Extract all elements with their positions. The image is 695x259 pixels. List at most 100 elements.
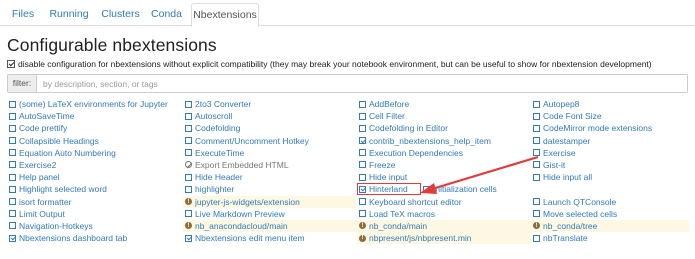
nbextension-label: Cell Filter: [369, 111, 405, 122]
nbextension-item[interactable]: Limit Output: [7, 208, 183, 220]
warning-icon: [533, 220, 540, 232]
filter-label: filter:: [8, 75, 37, 92]
nbextension-label: AddBefore: [369, 99, 410, 109]
nbextension-item[interactable]: jupyter-js-widgets/extension: [183, 195, 357, 208]
tab-clusters[interactable]: Clusters: [97, 3, 144, 26]
nbextension-item[interactable]: 2to3 Converter: [183, 98, 357, 110]
nbextension-row: AutoSaveTime Autoscroll Cell Filter Code Fo…: [7, 110, 689, 122]
nbextension-item[interactable]: Comment/Uncomment Hotkey: [183, 135, 357, 147]
checkbox-unchecked-icon: [9, 222, 16, 230]
nbextension-label: AutoSaveTime: [19, 111, 75, 122]
nbextension-item[interactable]: ExecuteTime: [183, 147, 357, 159]
nbextension-label: Help panel: [19, 172, 60, 183]
nbextension-label: Export Embedded HTML: [195, 159, 289, 170]
nbextension-item[interactable]: nb_anacondacloud/main: [183, 219, 357, 232]
nbextension-item[interactable]: Hinterland: [357, 183, 421, 196]
nbextension-item[interactable]: Gist-it: [531, 159, 689, 171]
checkbox-unchecked-icon: [185, 137, 192, 145]
checkbox-unchecked-icon: [359, 100, 366, 108]
checkbox-unchecked-icon: [533, 137, 540, 145]
nbextension-item[interactable]: Help panel: [7, 171, 183, 183]
checkbox-unchecked-icon: [9, 198, 16, 205]
compat-option[interactable]: disable configuration for nbextensions w…: [7, 58, 652, 70]
checkbox-unchecked-icon: [359, 112, 366, 120]
nbextension-item[interactable]: (some) LaTeX environments for Jupyter: [7, 98, 183, 110]
nbextension-label: Comment/Uncomment Hotkey: [195, 135, 309, 146]
nbextension-label: isort formatter: [19, 196, 72, 207]
nbextension-label: datestamper: [543, 135, 591, 146]
nbextension-item[interactable]: Equation Auto Numbering: [7, 147, 183, 159]
nbextension-item[interactable]: Load TeX macros: [357, 208, 531, 220]
nbextension-item[interactable]: Autopep8: [531, 98, 689, 110]
nbextension-item[interactable]: Highlight selected word: [7, 183, 183, 195]
nbextension-item[interactable]: Freeze: [357, 159, 531, 171]
nbextension-row: isort formatter jupyter-js-widgets/extens…: [7, 195, 689, 208]
nbextension-item[interactable]: Cell Filter: [357, 110, 531, 122]
checkbox-unchecked-icon: [185, 100, 192, 108]
nbextension-item[interactable]: Exercise2: [7, 159, 183, 171]
checkbox-unchecked-icon: [359, 149, 366, 157]
nbextension-label: nbTranslate: [543, 233, 588, 244]
checkbox-unchecked-icon: [185, 185, 192, 193]
nbextension-label: Initialization cells: [433, 184, 497, 195]
nbextension-item[interactable]: Launch QTConsole: [531, 196, 689, 208]
compat-checkbox[interactable]: [7, 60, 15, 68]
checkbox-unchecked-icon: [359, 173, 366, 181]
nbextension-item[interactable]: CodeMirror mode extensions: [531, 122, 689, 134]
nbextension-item[interactable]: Collapsible Headings: [7, 135, 183, 147]
nbextension-label: Codefolding: [195, 123, 241, 134]
nbextension-item[interactable]: isort formatter: [7, 196, 183, 208]
nbextension-item[interactable]: AddBefore: [357, 98, 531, 110]
nbextension-item[interactable]: AutoSaveTime: [7, 110, 183, 122]
nbextension-item[interactable]: datestamper: [531, 135, 689, 147]
nbextension-item[interactable]: nbpresent/js/nbpresent.min: [357, 232, 531, 245]
nbextension-item[interactable]: Export Embedded HTML: [183, 159, 357, 171]
checkbox-unchecked-icon: [9, 137, 16, 145]
checkbox-unchecked-icon: [185, 173, 192, 181]
checkbox-unchecked-icon: [359, 161, 366, 169]
nbextension-label: 2to3 Converter: [195, 99, 252, 109]
nbextension-item[interactable]: Navigation-Hotkeys: [7, 220, 183, 232]
nbextension-label: Hinterland: [369, 184, 408, 195]
nbextension-item[interactable]: Code Font Size: [531, 110, 689, 122]
checkbox-unchecked-icon: [359, 210, 366, 218]
nbextension-item[interactable]: Move selected cells: [531, 208, 689, 220]
nbextension-item[interactable]: Autoscroll: [183, 110, 357, 122]
checkbox-unchecked-icon: [533, 210, 540, 218]
tab-nbextensions[interactable]: Nbextensions: [191, 3, 259, 27]
nbextension-label: Hide input: [369, 172, 408, 183]
nbextension-item[interactable]: Initialization cells: [421, 183, 579, 195]
nbextension-label: Execution Dependencies: [369, 147, 464, 158]
nbextension-label: Freeze: [369, 159, 396, 170]
nbextension-item[interactable]: nbTranslate: [531, 232, 689, 244]
nbextension-label: Live Markdown Preview: [195, 208, 285, 219]
nbextension-item[interactable]: Hide input all: [531, 171, 689, 183]
nbextension-item[interactable]: Live Markdown Preview: [183, 208, 357, 220]
nbextension-item[interactable]: Hide Header: [183, 171, 357, 183]
nbextension-item[interactable]: Exercise: [531, 147, 689, 159]
nbextension-item[interactable]: Keyboard shortcut editor: [357, 196, 531, 208]
nbextension-item[interactable]: contrib_nbextensions_help_item: [357, 135, 531, 147]
nbextension-item[interactable]: Code prettify: [7, 122, 183, 134]
nbextension-item[interactable]: highlighter: [183, 183, 357, 195]
nbextension-item[interactable]: Nbextensions dashboard tab: [7, 232, 183, 244]
nbextension-item[interactable]: nb_conda/tree: [531, 219, 689, 232]
nbextension-item[interactable]: Codefolding in Editor: [357, 122, 531, 134]
nbextension-label: Hide Header: [195, 172, 243, 183]
tab-files[interactable]: Files: [6, 3, 40, 26]
nbextension-label: Limit Output: [19, 208, 65, 219]
nbextension-label: Collapsible Headings: [19, 135, 99, 146]
nbextension-label: nb_conda/tree: [543, 220, 598, 231]
tab-conda[interactable]: Conda: [148, 3, 185, 26]
nbextension-item[interactable]: Codefolding: [183, 122, 357, 134]
tab-running[interactable]: Running: [46, 3, 92, 26]
nbextension-row: Collapsible Headings Comment/Uncomment Ho…: [7, 135, 689, 147]
filter-input[interactable]: [37, 75, 687, 92]
nbextension-item[interactable]: Nbextensions edit menu item: [183, 232, 357, 244]
nbextension-item[interactable]: nb_conda/main: [357, 219, 531, 232]
nbextension-label: Exercise: [543, 147, 576, 158]
nbextension-label: Autopep8: [543, 99, 580, 109]
nbextension-label: nb_anacondacloud/main: [195, 220, 288, 231]
nbextension-item[interactable]: Execution Dependencies: [357, 147, 531, 159]
nbextension-item[interactable]: Hide input: [357, 171, 531, 183]
